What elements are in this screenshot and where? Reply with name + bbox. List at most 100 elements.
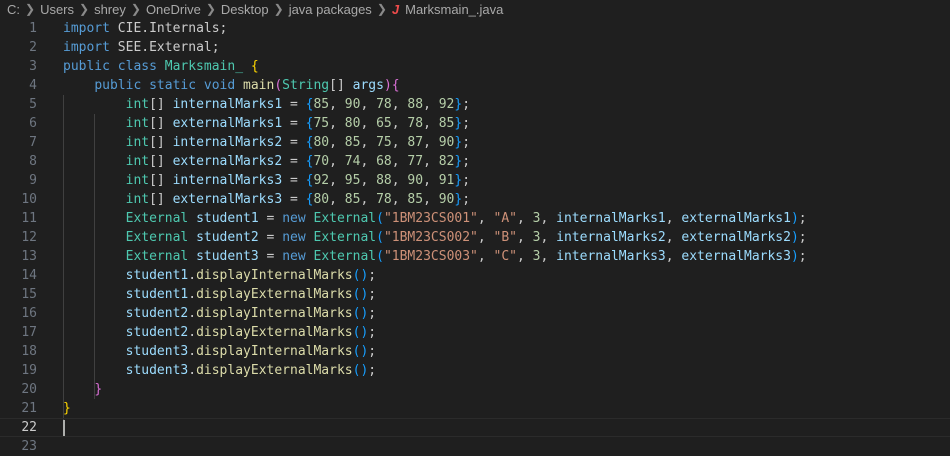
code-token: internalMarks1 [172,97,283,112]
code-token: , [477,211,494,226]
code-token: ( [376,230,384,245]
code-token: , [329,192,345,207]
breadcrumb-item[interactable]: shrey [94,2,126,17]
chevron-right-icon: ❯ [273,2,284,16]
breadcrumb-item[interactable]: Users [40,2,74,17]
code-token: externalMarks1 [681,211,791,226]
code-token: = [282,116,306,131]
code-token: CIE.Internals; [117,21,228,36]
code-line[interactable]: 9 int[] internalMarks3 = {92, 95, 88, 90… [0,171,950,190]
code-token: = [258,211,283,226]
code-token: 92 [438,97,455,112]
code-token: = [258,249,283,264]
code-token: 92 [313,173,330,188]
code-token: , [329,173,345,188]
code-token: , [329,97,345,112]
code-line[interactable]: 5 int[] internalMarks1 = {85, 90, 78, 88… [0,95,950,114]
breadcrumb-item[interactable]: Desktop [221,2,269,17]
code-line[interactable]: 21} [0,399,950,418]
code-token: externalMarks2 [681,230,791,245]
line-number: 1 [29,21,37,36]
code-token: ; [462,192,471,207]
code-line[interactable]: 22 [0,418,950,437]
code-line[interactable]: 19 student3.displayExternalMarks(); [0,361,950,380]
code-line[interactable]: 8 int[] externalMarks2 = {70, 74, 68, 77… [0,152,950,171]
code-line[interactable]: 18 student3.displayInternalMarks(); [0,342,950,361]
breadcrumb-file[interactable]: Marksmain_.java [405,0,503,20]
code-token: , [423,97,439,112]
code-line[interactable]: 1 import CIE.Internals; [0,19,950,38]
code-token: "A" [493,211,518,226]
code-token: ( [376,249,384,264]
code-token: External [313,211,377,226]
code-line[interactable]: 15 student1.displayExternalMarks(); [0,285,950,304]
code-line[interactable]: 20 } [0,380,950,399]
code-token: student2 [125,306,189,321]
code-text: int[] externalMarks1 = {75, 80, 65, 78, … [63,114,470,133]
line-number: 6 [29,116,37,131]
breadcrumb-item[interactable]: C: [7,2,20,17]
code-line[interactable]: 13 External student3 = new External("1BM… [0,247,950,266]
code-token: student1 [125,268,189,283]
code-token: [] [329,78,353,93]
code-token: () [352,344,369,359]
code-token: , [391,154,408,169]
line-number: 12 [21,230,37,245]
code-token: [] [149,173,173,188]
code-token: 3 [532,211,541,226]
line-number: 16 [21,306,37,321]
code-line[interactable]: 17 student2.displayExternalMarks(); [0,323,950,342]
code-token: { [391,78,400,93]
code-token: ; [798,249,807,264]
code-token: } [94,382,103,397]
code-line[interactable]: 2 import SEE.External; [0,38,950,57]
code-token: public class [63,59,165,74]
code-token: 85 [407,192,424,207]
line-number: 10 [21,192,37,207]
code-token: , [329,135,345,150]
code-token: [] [149,116,173,131]
line-number: 3 [29,59,37,74]
code-token: displayExternalMarks [196,325,353,340]
code-token: = [282,97,306,112]
breadcrumb-item[interactable]: java packages [289,2,372,17]
code-token: "B" [493,230,518,245]
code-token: Marksmain_ [164,59,244,74]
code-token: int [125,135,150,150]
code-line[interactable]: 11 External student1 = new External("1BM… [0,209,950,228]
code-token: student1 [196,211,259,226]
line-number: 20 [21,382,37,397]
code-line[interactable]: 14 student1.displayInternalMarks(); [0,266,950,285]
code-token: ; [462,97,471,112]
code-line[interactable]: 12 External student2 = new External("1BM… [0,228,950,247]
code-text: import SEE.External; [63,38,220,57]
code-line[interactable]: 23 [0,437,950,456]
code-text: student2.displayInternalMarks(); [63,304,376,323]
code-token: 90 [438,192,455,207]
code-token: = [282,173,306,188]
code-line[interactable]: 7 int[] internalMarks2 = {80, 85, 75, 87… [0,133,950,152]
code-line[interactable]: 3 public class Marksmain_ { [0,57,950,76]
code-line[interactable]: 10 int[] externalMarks3 = {80, 85, 78, 8… [0,190,950,209]
code-text: int[] internalMarks2 = {80, 85, 75, 87, … [63,133,470,152]
code-token: = [282,154,306,169]
breadcrumb-path: C: ❯ Users ❯ shrey ❯ OneDrive ❯ Desktop ❯ java pac… [7,0,372,20]
code-token: import [63,40,118,55]
code-line[interactable]: 6 int[] externalMarks1 = {75, 80, 65, 78… [0,114,950,133]
code-editor[interactable]: 1 import CIE.Internals; 2 import SEE.Extern… [0,19,950,454]
code-token: { [250,59,259,74]
code-token: ; [368,268,377,283]
code-line[interactable]: 16 student2.displayInternalMarks(); [0,304,950,323]
code-token: 85 [313,97,330,112]
breadcrumb-item[interactable]: OneDrive [146,2,201,17]
code-token: internalMarks2 [556,230,666,245]
code-token: ; [798,230,807,245]
code-line[interactable]: 4 public static void main(String[] args)… [0,76,950,95]
java-file-icon: J [391,2,400,17]
